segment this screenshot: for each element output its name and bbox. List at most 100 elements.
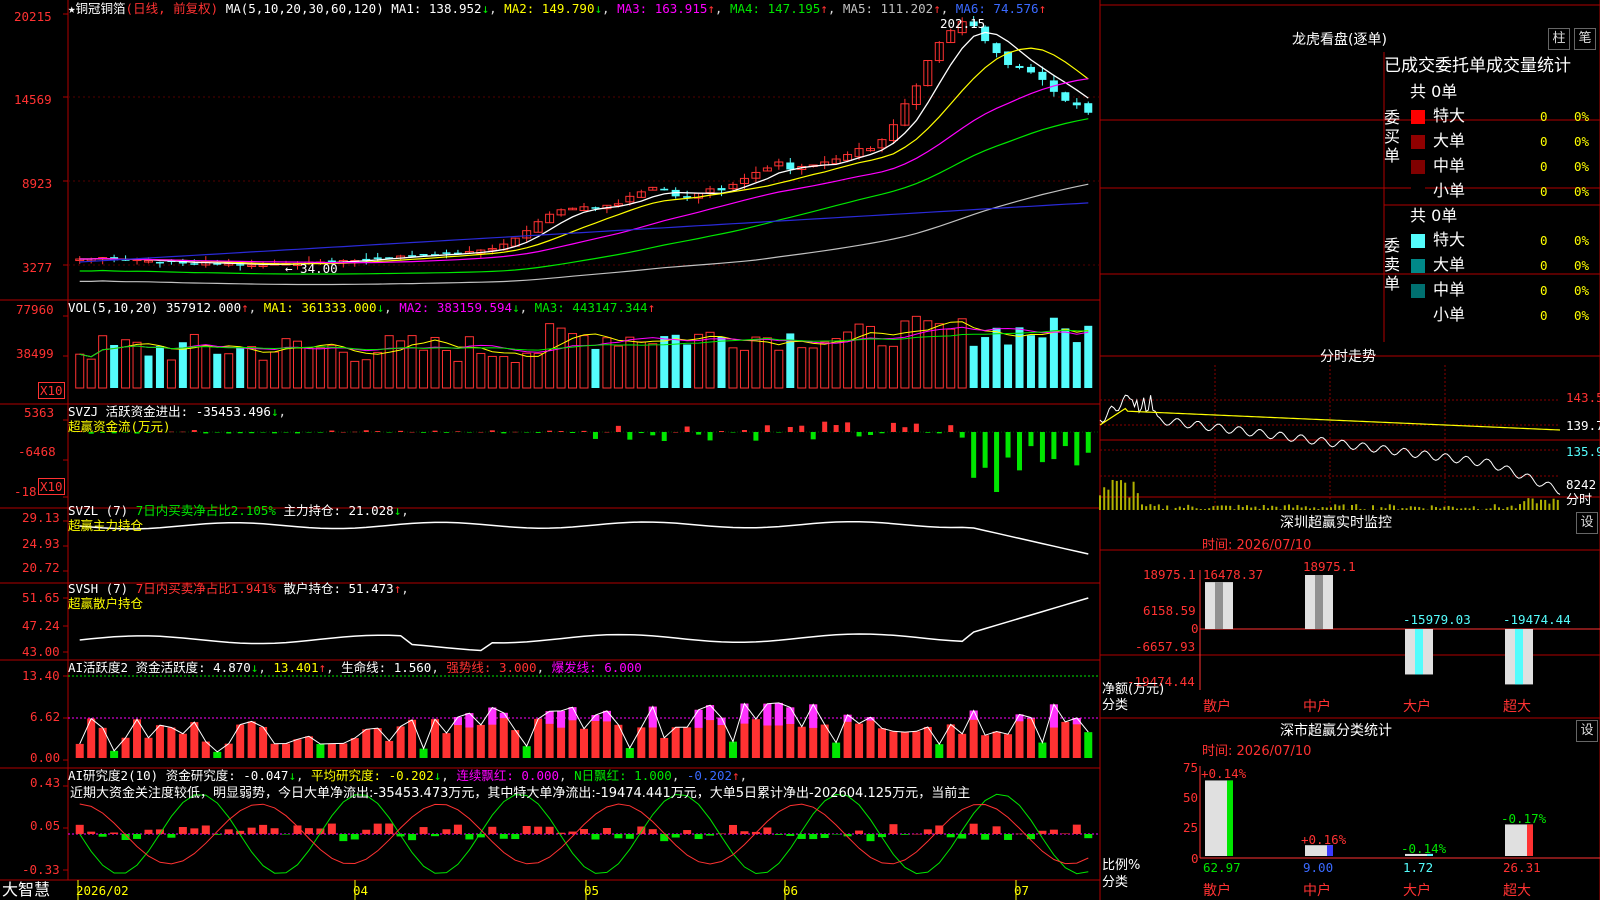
- price-tick: 14569: [14, 92, 52, 107]
- volume-bar: [533, 352, 543, 389]
- svzj-tick: -6468: [18, 444, 56, 459]
- ai2-bar: [591, 834, 600, 840]
- svzj-bar: [799, 425, 805, 432]
- order-swatch: [1411, 135, 1425, 149]
- ai2-bar: [144, 829, 153, 834]
- volume-bar: [476, 352, 486, 389]
- volume-bar: [281, 338, 291, 389]
- ai1-bar: [855, 723, 864, 758]
- bar-change-label: -0.14%: [1401, 841, 1447, 856]
- sz-class-settings-button[interactable]: 设: [1576, 720, 1598, 742]
- order-name: 大单: [1433, 131, 1466, 150]
- category-label: 大户: [1403, 883, 1431, 899]
- svzj-bar: [1051, 432, 1057, 460]
- svzj-bar: [558, 431, 564, 432]
- bar-value-label: -19474.44: [1503, 612, 1571, 627]
- tab-bi[interactable]: 笔: [1574, 28, 1596, 50]
- ma2-value: MA2: 149.790: [504, 1, 595, 16]
- svzj-bar: [1028, 432, 1034, 447]
- ai2-bar: [625, 834, 634, 839]
- volume-bar: [888, 345, 898, 389]
- svzj-bar: [615, 425, 621, 432]
- sz-class-xlabel: 分类: [1102, 875, 1129, 890]
- volume-bar: [877, 345, 887, 389]
- order-pct: 0%: [1574, 109, 1590, 124]
- candle-body: [1072, 102, 1081, 106]
- up-arrow-icon: ↑: [707, 1, 715, 16]
- svzj-bar: [730, 432, 736, 433]
- ai2-bar: [809, 834, 818, 840]
- svzj-bar: [1005, 432, 1011, 458]
- ai1-bar: [751, 719, 760, 758]
- ai2-bar: [442, 829, 451, 834]
- svzj-bar: [833, 425, 839, 432]
- volume-bar: [808, 347, 818, 389]
- bar-change-label: +0.16%: [1301, 832, 1347, 847]
- svzj-bar: [822, 421, 828, 432]
- svzj-bar: [1039, 432, 1045, 463]
- intraday-tick: 135.9: [1566, 444, 1600, 459]
- order-value: 0: [1540, 233, 1548, 248]
- order-value: 0: [1540, 159, 1548, 174]
- svzl-sub: 超赢主力持仓: [68, 518, 144, 533]
- svzj-bar: [409, 431, 415, 433]
- ai1-bar-top: [568, 707, 577, 721]
- stock-name[interactable]: 铜冠铜箔: [76, 1, 126, 16]
- volume-bar: [705, 331, 715, 389]
- volume-bar: [545, 323, 555, 389]
- svzj-bar: [489, 430, 495, 432]
- svzj-bar: [1074, 432, 1080, 466]
- candle-body: [155, 261, 164, 264]
- ai2-bar: [557, 832, 566, 834]
- svzj-tick: -18: [14, 484, 37, 499]
- order-swatch: [1411, 259, 1425, 273]
- ai1-bar: [912, 731, 921, 758]
- svzj-bar: [902, 427, 908, 432]
- ai2-bar: [419, 827, 428, 834]
- svzj-bar: [719, 431, 725, 432]
- svzj-desc: 活跃资金进出: -35453.496: [105, 404, 271, 419]
- main-chart-svg[interactable]: [0, 0, 1600, 900]
- volume-bar: [510, 361, 520, 389]
- sz-monitor-settings-button[interactable]: 设: [1576, 512, 1598, 534]
- ai1-bar: [431, 719, 440, 758]
- order-name: 中单: [1433, 280, 1466, 299]
- svzj-bar: [776, 432, 782, 433]
- candle-body: [717, 188, 726, 191]
- ai1-bar-top: [809, 704, 818, 728]
- tab-zhu[interactable]: 柱: [1548, 28, 1570, 50]
- ai2-bar: [110, 832, 119, 834]
- ai1-bar-top: [488, 707, 497, 725]
- ai1-bar: [660, 737, 669, 758]
- szm-bar-shade: [1515, 629, 1523, 685]
- svzj-bar: [684, 426, 690, 432]
- volume-bar: [132, 341, 142, 389]
- svzj-bar: [363, 430, 369, 432]
- ai2-bar: [648, 829, 657, 834]
- svzj-bar: [226, 432, 232, 434]
- candle-body: [1015, 65, 1024, 68]
- price-legend: ★铜冠铜箔(日线, 前复权) MA(5,10,20,30,60,120) MA1…: [68, 1, 1047, 16]
- vol-ma1-line: [79, 321, 1089, 358]
- volume-bar: [522, 352, 532, 389]
- svsh-tick: 51.65: [22, 590, 60, 605]
- volume-bar: [683, 344, 692, 388]
- svzj-bar: [214, 432, 220, 433]
- volume-bar: [797, 347, 807, 389]
- up-arrow-icon: ↑: [647, 300, 656, 315]
- svzj-bar: [879, 432, 885, 434]
- ai2-c: 连续飘红: 0.000: [456, 768, 560, 783]
- szm-bar-shade: [1315, 575, 1323, 629]
- volume-bar: [270, 351, 280, 389]
- svzj-bar: [913, 423, 919, 432]
- svzj-bar: [982, 432, 988, 468]
- svzj-bar: [764, 425, 770, 432]
- svsh-tick: 43.00: [22, 644, 60, 659]
- ai2-bar: [763, 827, 772, 834]
- ai2-bar: [946, 834, 955, 838]
- period-label[interactable]: (日线, 前复权): [126, 1, 219, 16]
- vol-scale: X10: [38, 382, 65, 399]
- order-swatch: [1411, 185, 1425, 199]
- volume-bar: [900, 320, 910, 389]
- ai2-bar: [1061, 833, 1070, 834]
